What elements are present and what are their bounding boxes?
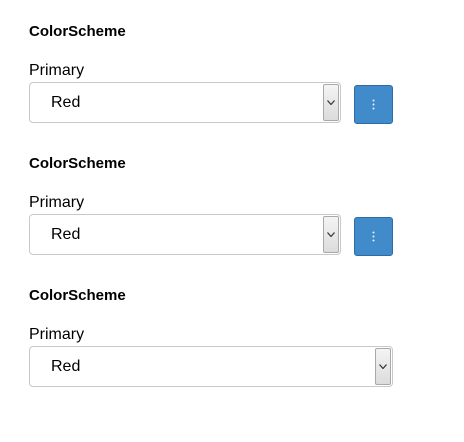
primary-label: Primary: [29, 326, 85, 343]
selected-value: Red: [51, 226, 81, 243]
section-heading: ColorScheme: [29, 155, 126, 172]
chevron-down-icon[interactable]: [323, 84, 339, 121]
primary-color-select[interactable]: Red: [29, 214, 341, 255]
chevron-down-icon[interactable]: [323, 216, 339, 253]
menu-button[interactable]: [354, 217, 393, 256]
primary-label: Primary: [29, 62, 85, 79]
vertical-ellipsis-icon: [372, 231, 375, 242]
section-heading: ColorScheme: [29, 287, 126, 304]
section-heading: ColorScheme: [29, 23, 126, 40]
chevron-down-icon[interactable]: [375, 348, 391, 385]
selected-value: Red: [51, 94, 81, 111]
menu-button[interactable]: [354, 85, 393, 124]
page: ColorScheme Primary Red ColorScheme Prim…: [0, 0, 464, 442]
primary-color-select[interactable]: Red: [29, 346, 393, 387]
vertical-ellipsis-icon: [372, 99, 375, 110]
primary-color-select[interactable]: Red: [29, 82, 341, 123]
primary-label: Primary: [29, 194, 85, 211]
selected-value: Red: [51, 358, 81, 375]
